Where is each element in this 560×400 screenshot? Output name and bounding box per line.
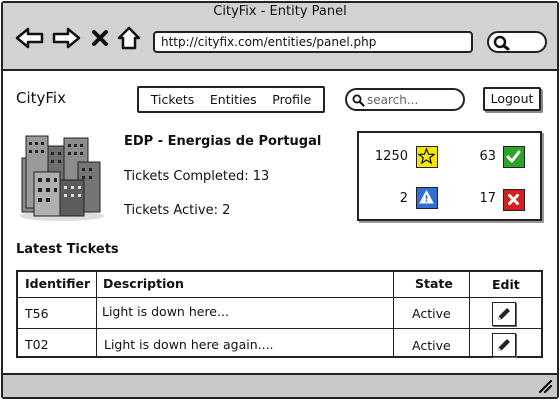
resize-grip-icon[interactable] [537,378,553,398]
nav-item-entities[interactable]: Entities [210,92,257,107]
stat-warning-value: 2 [399,191,408,206]
ticket-description: Light is down here... [102,304,229,319]
search-icon [352,94,365,107]
tickets-active-text: Tickets Active: 2 [124,203,231,218]
nav-item-profile[interactable]: Profile [272,92,311,107]
pencil-icon [498,308,510,320]
x-icon [503,189,525,211]
forward-arrow-icon[interactable] [51,27,81,49]
table-divider [469,270,470,358]
address-bar[interactable]: http://cityfix.com/entities/panel.php [153,31,473,53]
edit-ticket-button[interactable] [492,302,516,326]
search-icon [493,35,510,51]
stat-rejected-value: 17 [479,191,496,206]
back-arrow-icon[interactable] [15,27,45,49]
ticket-description: Light is down here again.... [104,337,274,352]
latest-tickets-heading: Latest Tickets [16,242,119,257]
column-header-description: Description [103,276,184,291]
home-icon[interactable] [116,25,142,51]
checkmark-icon [503,146,525,168]
main-nav-menu: Tickets Entities Profile [137,86,325,113]
table-divider [96,270,97,358]
ticket-state: Active [412,306,451,321]
ticket-state: Active [412,338,451,353]
stop-icon[interactable] [91,29,109,47]
pencil-icon [498,339,510,351]
stat-rating-value: 1250 [374,149,408,164]
window-title: CityFix - Entity Panel [213,4,347,19]
ticket-id: T56 [25,306,49,321]
nav-item-tickets[interactable]: Tickets [151,92,195,107]
entity-buildings-image [16,130,108,226]
column-header-identifier: Identifier [25,276,91,291]
ticket-id: T02 [25,337,49,352]
star-icon [416,146,438,168]
tickets-completed-text: Tickets Completed: 13 [124,169,270,184]
table-divider [393,270,394,358]
warning-icon [416,187,438,209]
edit-ticket-button[interactable] [492,333,516,357]
app-logo-text: CityFix [16,89,66,107]
stat-solved-value: 63 [479,149,496,164]
column-header-edit: Edit [492,277,520,292]
column-header-state: State [415,276,453,291]
search-input[interactable] [367,91,457,108]
entity-name: EDP - Energias de Portugal [124,134,322,149]
logout-button[interactable]: Logout [483,87,541,111]
app-search-box[interactable] [345,88,465,111]
browser-statusbar [3,373,557,397]
browser-search-field[interactable] [487,31,547,53]
